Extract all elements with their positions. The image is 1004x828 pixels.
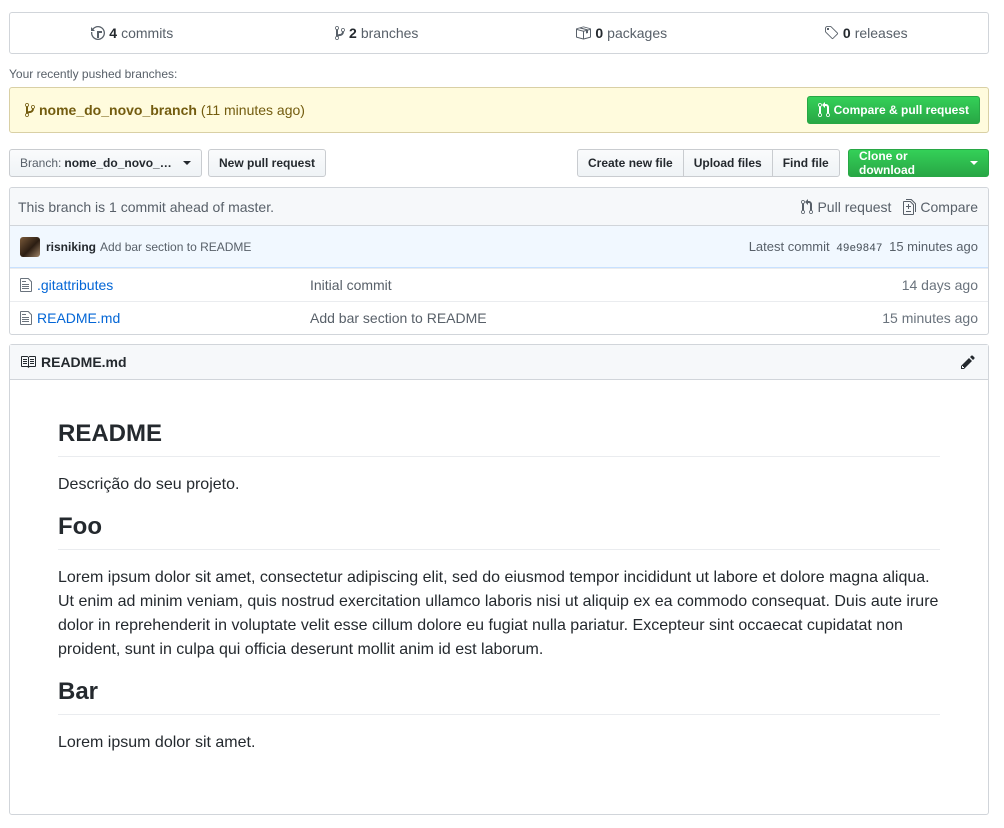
file-age: 14 days ago xyxy=(901,277,978,293)
readme-heading-readme: README xyxy=(58,420,940,457)
releases-label: releases xyxy=(854,25,908,41)
compare-link-label: Compare xyxy=(920,198,978,215)
compare-pull-request-button[interactable]: Compare & pull request xyxy=(806,96,980,124)
recent-branches-label: Your recently pushed branches: xyxy=(9,67,178,81)
create-new-file-button[interactable]: Create new file xyxy=(577,149,684,177)
pull-request-icon xyxy=(801,198,817,215)
branch-status-bar: This branch is 1 commit ahead of master.… xyxy=(10,188,988,226)
readme-heading-bar: Bar xyxy=(58,678,940,715)
readme-paragraph: Lorem ipsum dolor sit amet. xyxy=(58,734,256,751)
readme-header: README.md xyxy=(10,345,988,380)
tag-icon xyxy=(824,25,843,41)
commit-message[interactable]: Add bar section to README xyxy=(100,240,251,254)
compare-link[interactable]: Compare xyxy=(903,198,978,215)
file-commit-message[interactable]: Add bar section to README xyxy=(310,310,487,326)
file-listing: This branch is 1 commit ahead of master.… xyxy=(9,187,989,335)
avatar[interactable] xyxy=(20,236,40,257)
book-icon xyxy=(20,354,41,370)
commits-link[interactable]: 4 commits xyxy=(10,25,255,41)
latest-commit-label: Latest commit xyxy=(748,238,830,254)
diff-icon xyxy=(903,198,920,215)
packages-label: packages xyxy=(607,25,668,41)
clone-download-button[interactable]: Clone or download xyxy=(848,149,989,177)
pull-request-icon xyxy=(817,102,834,118)
branch-icon xyxy=(335,25,349,41)
readme-panel: README.md README Descrição do seu projet… xyxy=(9,344,989,815)
branches-count: 2 xyxy=(349,25,357,41)
compare-pull-request-label: Compare & pull request xyxy=(833,103,969,117)
file-name-link[interactable]: README.md xyxy=(37,310,310,326)
commit-sha[interactable]: 49e9847 xyxy=(836,243,882,255)
readme-paragraph: Descrição do seu projeto. xyxy=(58,476,240,493)
latest-commit-bar: risniking Add bar section to README Late… xyxy=(10,226,988,268)
recent-branch-notice: nome_do_novo_branch (11 minutes ago) Com… xyxy=(9,87,989,133)
pencil-icon[interactable] xyxy=(961,354,980,370)
history-icon xyxy=(91,25,109,41)
latest-commit-info: Latest commit 49e9847 15 minutes ago xyxy=(749,239,978,255)
file-name-link[interactable]: .gitattributes xyxy=(37,277,310,293)
branch-select-prefix: Branch: xyxy=(20,156,62,170)
readme-content: README Descrição do seu projeto. Foo Lor… xyxy=(10,380,988,755)
branches-link[interactable]: 2 branches xyxy=(255,25,500,41)
recent-branch-name: nome_do_novo_branch xyxy=(39,102,197,118)
packages-count: 0 xyxy=(595,25,604,41)
find-file-button[interactable]: Find file xyxy=(771,149,840,177)
packages-link[interactable]: 0 packages xyxy=(499,25,744,41)
file-row: .gitattributes Initial commit 14 days ag… xyxy=(10,268,988,301)
commit-time: 15 minutes ago xyxy=(889,238,978,254)
branch-select-button[interactable]: Branch: nome_do_novo_b… xyxy=(9,149,202,177)
branch-select-name: nome_do_novo_b… xyxy=(64,156,177,170)
pull-request-link[interactable]: Pull request xyxy=(801,198,892,215)
commit-author[interactable]: risniking xyxy=(46,240,96,254)
releases-link[interactable]: 0 releases xyxy=(744,25,989,41)
file-commit-message[interactable]: Initial commit xyxy=(310,277,392,293)
readme-paragraph: Lorem ipsum dolor sit amet, consectetur … xyxy=(58,569,939,658)
readme-heading-foo: Foo xyxy=(58,513,940,550)
package-icon xyxy=(575,25,595,41)
upload-files-button[interactable]: Upload files xyxy=(682,149,773,177)
branch-ahead-text: This branch is 1 commit ahead of master. xyxy=(18,198,274,215)
recent-branch-time: (11 minutes ago) xyxy=(200,102,305,118)
pull-request-link-label: Pull request xyxy=(817,198,892,215)
commits-label: commits xyxy=(121,25,174,41)
file-age: 15 minutes ago xyxy=(882,310,978,326)
clone-download-label: Clone or download xyxy=(859,149,915,177)
recent-branch[interactable]: nome_do_novo_branch (11 minutes ago) xyxy=(25,102,305,118)
commits-count: 4 xyxy=(109,25,118,41)
readme-filename: README.md xyxy=(41,354,127,370)
file-row: README.md Add bar section to README 15 m… xyxy=(10,301,988,334)
file-actions-group: Create new file Upload files Find file xyxy=(577,149,840,177)
file-icon xyxy=(20,310,37,326)
chevron-down-icon xyxy=(970,161,978,165)
repo-summary-bar: 4 commits 2 branches 0 packages 0 releas… xyxy=(9,12,989,54)
chevron-down-icon xyxy=(183,161,191,165)
branch-icon xyxy=(25,102,39,118)
new-pull-request-button[interactable]: New pull request xyxy=(208,149,326,177)
branches-label: branches xyxy=(360,25,419,41)
file-icon xyxy=(20,277,37,293)
releases-count: 0 xyxy=(842,25,851,41)
